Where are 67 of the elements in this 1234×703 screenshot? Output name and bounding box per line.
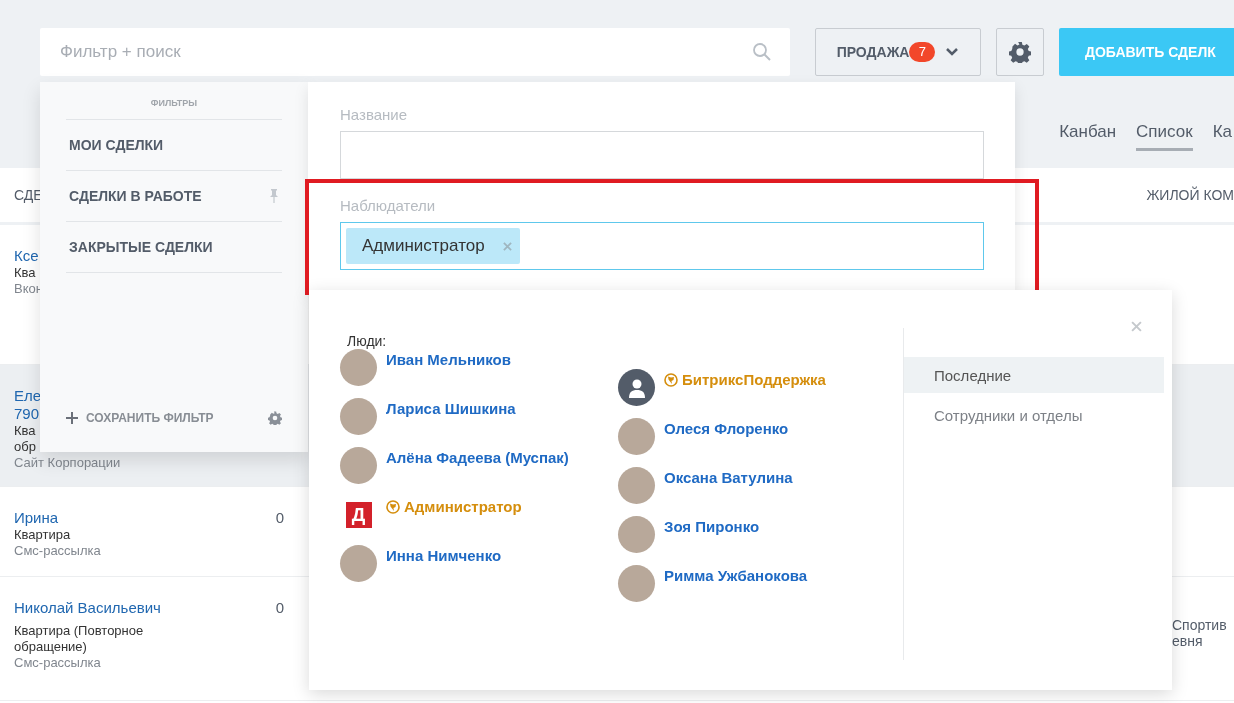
amount-text: 0 <box>275 599 284 617</box>
search-icon[interactable] <box>752 42 772 62</box>
view-tab[interactable]: Ка <box>1212 122 1232 151</box>
settings-button[interactable] <box>996 28 1044 76</box>
person-link[interactable]: Иван Мельников <box>386 351 511 368</box>
settings-icon[interactable] <box>268 411 282 425</box>
people-heading: Люди: <box>347 333 388 349</box>
globe-icon <box>386 499 400 514</box>
close-icon[interactable] <box>1131 321 1142 332</box>
deal-title[interactable]: 790 <box>14 405 40 423</box>
table-cell-text: Спортив <box>1172 617 1228 633</box>
amount-text: 0 <box>275 509 284 527</box>
deal-title[interactable]: Николай Васильевич <box>14 599 161 617</box>
deal-title[interactable]: Еле <box>14 387 42 405</box>
filter-preset[interactable]: СДЕЛКИ В РАБОТЕ <box>66 171 282 222</box>
selector-tab[interactable]: Последние <box>904 357 1164 393</box>
deal-source: Смс-рассылка <box>14 543 101 559</box>
person-link[interactable]: Лариса Шишкина <box>386 400 516 417</box>
selector-tab[interactable]: Сотрудники и отделы <box>904 397 1164 433</box>
deal-title[interactable]: Ирина <box>14 509 59 527</box>
deal-source: Сайт Корпорации <box>14 455 121 471</box>
globe-icon <box>664 372 678 387</box>
input-field[interactable] <box>340 131 984 179</box>
tag[interactable]: Администратор <box>346 228 520 264</box>
plus-icon <box>66 412 78 424</box>
count-badge: 7 <box>909 42 936 62</box>
settings-icon <box>1009 41 1032 63</box>
table-cell-text: евня <box>1172 633 1204 649</box>
column-header: СДЕ <box>14 187 43 203</box>
deal-source: Смс-рассылка <box>14 655 101 671</box>
chevron-down-icon <box>945 47 960 57</box>
person-link[interactable]: Римма Ужбанокова <box>664 567 808 584</box>
avatar-photo-placeholder <box>340 349 377 386</box>
avatar-photo-placeholder <box>618 418 655 455</box>
person-link[interactable]: Зоя Пиронко <box>664 518 760 535</box>
column-header: ЖИЛОЙ КОМ <box>1146 187 1234 203</box>
avatar-photo-placeholder <box>618 467 655 504</box>
person-link[interactable]: Оксана Ватулина <box>664 469 793 486</box>
deal-type: Квартира (Повторное обращение) <box>14 623 145 655</box>
deal-type: обр <box>14 439 36 455</box>
avatar-silhouette-icon <box>618 369 655 406</box>
input-field[interactable]: Администратор <box>340 222 984 270</box>
person-link[interactable]: Олеся Флоренко <box>664 420 789 437</box>
person-link[interactable]: Инна Нимченко <box>386 547 502 564</box>
deal-type: Квартира <box>14 527 71 543</box>
field-label: Название <box>340 106 409 123</box>
filter-preset[interactable]: ЗАКРЫТЫЕ СДЕЛКИ <box>66 222 282 273</box>
pin-icon[interactable] <box>269 189 279 203</box>
remove-icon[interactable] <box>502 241 512 251</box>
filters-heading: ФИЛЬТРЫ <box>66 98 282 120</box>
view-tab[interactable]: Канбан <box>1059 122 1117 151</box>
company-logo: Д <box>345 501 372 528</box>
person-link[interactable]: Алёна Фадеева (Муспак) <box>386 449 569 466</box>
avatar-photo-placeholder <box>340 447 377 484</box>
avatar-photo-placeholder <box>340 398 377 435</box>
view-tab[interactable]: Список <box>1136 122 1193 151</box>
filter-preset[interactable]: МОИ СДЕЛКИ <box>66 120 282 171</box>
field-label: Наблюдатели <box>340 197 437 214</box>
avatar-photo-placeholder <box>340 545 377 582</box>
deal-type: Ква <box>14 423 36 439</box>
category-button[interactable]: ПРОДАЖА 7 <box>815 28 982 76</box>
search-field[interactable]: Фильтр + поиск <box>40 28 790 76</box>
avatar-photo-placeholder <box>618 565 655 602</box>
avatar-photo-placeholder <box>618 516 655 553</box>
deal-title[interactable]: Ксе <box>14 247 39 265</box>
deal-type: Ква <box>14 265 36 281</box>
save-filter-button[interactable]: СОХРАНИТЬ ФИЛЬТР <box>66 411 214 425</box>
